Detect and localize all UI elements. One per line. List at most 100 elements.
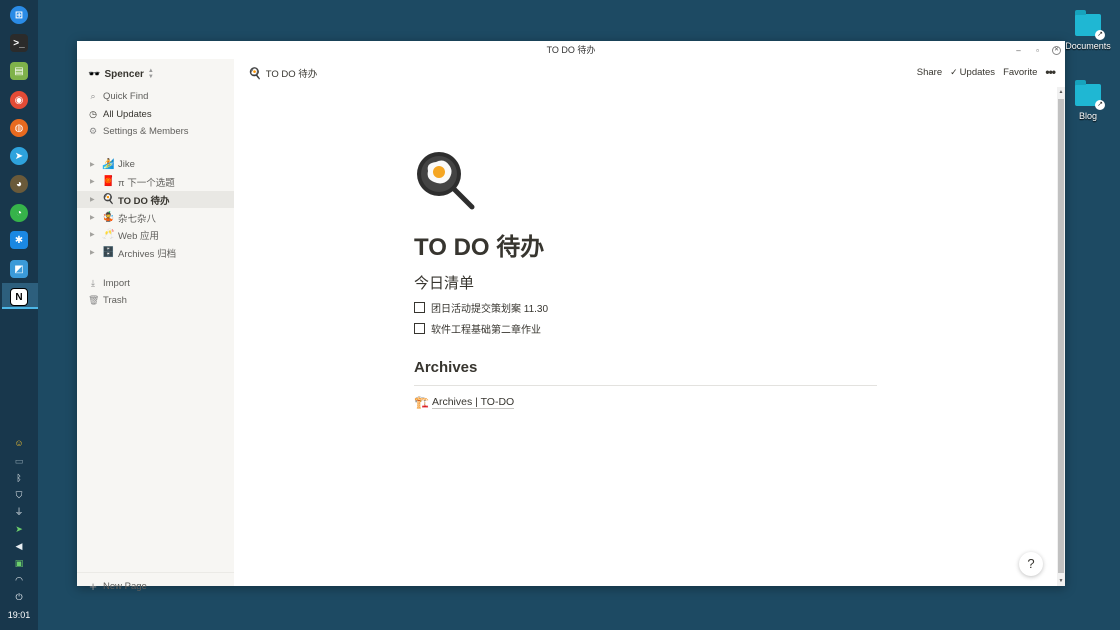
sidebar-page-archives[interactable]: ▶ 🗄️ Archives 归档 — [77, 244, 234, 261]
sidebar-import[interactable]: ⤓ Import — [77, 275, 234, 292]
red-envelope-icon: 🧧 — [102, 176, 115, 187]
sidebar-quick-find[interactable]: ⌕ Quick Find — [77, 88, 234, 105]
maximize-icon[interactable]: ▫ — [1033, 46, 1042, 55]
sidebar-page-todo[interactable]: ▶ 🍳 TO DO 待办 — [77, 191, 234, 208]
desktop-blog[interactable]: ↗ Blog — [1058, 80, 1118, 121]
window-title: TO DO 待办 — [546, 45, 596, 55]
help-button[interactable]: ? — [1019, 552, 1043, 576]
launcher-icon[interactable]: ⊞ — [10, 6, 28, 24]
todo-text[interactable]: 软件工程基础第二章作业 — [431, 321, 541, 336]
desktop-blog-label: Blog — [1078, 111, 1097, 121]
sidebar-item-label: 杂七杂八 — [118, 213, 157, 225]
clock-icon: ◷ — [89, 109, 97, 119]
section-heading-archives[interactable]: Archives — [414, 359, 477, 376]
new-page-label: New Page — [103, 580, 147, 592]
window-titlebar[interactable]: TO DO 待办 – ▫ ✕ — [77, 41, 1065, 59]
sidebar-item-label: Trash — [103, 295, 127, 306]
scrollbar[interactable]: ▲ ▼ — [1057, 87, 1065, 586]
search-icon: ⌕ — [90, 91, 96, 101]
checkbox[interactable] — [414, 302, 425, 313]
bluetooth-tray-icon[interactable]: ᛒ — [0, 473, 38, 483]
juggler-icon: 🤹 — [102, 212, 115, 223]
sidebar-page-next-topic[interactable]: ▶ 🧧 π 下一个选题 — [77, 173, 234, 190]
dock: ⊞ >_ ▤ ◉ ◍ ➤ ◕ ◔ ✱ ◩ N ☺ ▭ ᛒ ⛉ ⏚ ➤ ◀ ▣ ◠… — [0, 0, 38, 630]
todo-item[interactable]: 软件工程基础第二章作业 — [414, 321, 541, 336]
expand-triangle-icon[interactable]: ▶ — [90, 161, 98, 168]
construction-icon: 🏗️ — [414, 395, 429, 409]
cabinet-icon: 🗄️ — [102, 247, 115, 258]
more-options-icon[interactable]: ••• — [1045, 66, 1056, 78]
gimp-icon[interactable]: ◕ — [10, 175, 28, 193]
usb-tray-icon[interactable]: ⏚ — [0, 507, 38, 517]
favorite-button[interactable]: Favorite — [1003, 67, 1037, 78]
power-tray-icon[interactable]: ⏻ — [0, 592, 38, 602]
sidebar-page-misc[interactable]: ▶ 🤹 杂七杂八 — [77, 209, 234, 226]
download-icon: ⤓ — [91, 278, 95, 288]
archives-page-link[interactable]: 🏗️ Archives | TO-DO — [414, 395, 515, 409]
sidebar-all-updates[interactable]: ◷ All Updates — [77, 106, 234, 123]
checkbox[interactable] — [414, 323, 425, 334]
keyboard-tray-icon[interactable]: ▭ — [0, 456, 38, 466]
frying-pan-icon[interactable] — [414, 149, 476, 211]
updates-button[interactable]: ✓ Updates — [950, 67, 995, 78]
surf-icon: 🏄 — [102, 159, 115, 170]
app-store-icon[interactable]: ✱ — [10, 231, 28, 249]
breadcrumb[interactable]: 🍳 TO DO 待办 — [248, 66, 317, 81]
page-title[interactable]: TO DO 待办 — [414, 227, 544, 262]
telegram-icon[interactable]: ➤ — [10, 147, 28, 165]
main-pane: 🍳 TO DO 待办 Share ✓ Updates Favorite ••• T… — [234, 59, 1065, 586]
todo-item[interactable]: 团日活动提交策划案 11.30 — [414, 300, 548, 315]
frying-pan-icon: 🍳 — [248, 67, 262, 80]
firefox-icon[interactable]: ◍ — [10, 119, 28, 137]
sidebar-page-web-apps[interactable]: ▶ 🥂 Web 应用 — [77, 226, 234, 243]
chevron-updown-icon: ▲ ▼ — [147, 68, 154, 80]
terminal-icon[interactable]: >_ — [10, 34, 28, 52]
sidebar-item-label: Settings & Members — [103, 126, 189, 137]
todo-text[interactable]: 团日活动提交策划案 11.30 — [431, 300, 548, 315]
workspace-avatar-icon: 🕶️ — [88, 68, 101, 80]
expand-triangle-icon[interactable]: ▶ — [90, 196, 98, 203]
sidebar-item-label: Web 应用 — [118, 230, 160, 242]
wifi-tray-icon[interactable]: ◠ — [0, 575, 38, 585]
scroll-up-icon[interactable]: ▲ — [1057, 89, 1065, 95]
sidebar-item-label: Archives 归档 — [118, 248, 177, 260]
expand-triangle-icon[interactable]: ▶ — [90, 214, 98, 221]
section-heading-today[interactable]: 今日清单 — [414, 272, 474, 293]
frying-pan-icon: 🍳 — [102, 194, 115, 205]
sidebar-item-label: Jike — [118, 159, 135, 170]
scroll-down-icon[interactable]: ▼ — [1057, 578, 1065, 584]
plus-icon: + — [89, 578, 97, 594]
wechat-icon[interactable]: ◔ — [10, 204, 28, 222]
image-viewer-icon[interactable]: ◩ — [10, 260, 28, 278]
minimize-icon[interactable]: – — [1014, 46, 1023, 55]
workspace-switcher[interactable]: 🕶️ Spencer ▲ ▼ — [88, 68, 154, 80]
expand-triangle-icon[interactable]: ▶ — [90, 178, 98, 185]
telegram-tray-icon[interactable]: ➤ — [0, 524, 38, 534]
shield-tray-icon[interactable]: ⛉ — [0, 490, 38, 500]
emoji-tray-icon[interactable]: ☺ — [0, 438, 38, 448]
battery-tray-icon[interactable]: ▣ — [0, 558, 38, 568]
folder-icon: ↗ — [1075, 80, 1105, 110]
trash-icon: 🗑 — [88, 295, 100, 305]
clock: 19:01 — [7, 610, 31, 620]
sidebar-trash[interactable]: 🗑 Trash — [77, 292, 234, 309]
chrome-icon[interactable]: ◉ — [10, 91, 28, 109]
volume-tray-icon[interactable]: ◀ — [0, 541, 38, 551]
scroll-thumb[interactable] — [1058, 99, 1064, 573]
expand-triangle-icon[interactable]: ▶ — [90, 249, 98, 256]
expand-triangle-icon[interactable]: ▶ — [90, 231, 98, 238]
folder-icon: ↗ — [1075, 10, 1105, 40]
notion-icon[interactable]: N — [10, 288, 28, 306]
close-icon[interactable]: ✕ — [1052, 45, 1061, 55]
share-button[interactable]: Share — [917, 67, 942, 78]
sidebar-item-label: π 下一个选题 — [118, 177, 175, 189]
sidebar-settings-members[interactable]: ⚙ Settings & Members — [77, 123, 234, 140]
topbar: 🍳 TO DO 待办 Share ✓ Updates Favorite ••• — [234, 59, 1065, 87]
new-page-button[interactable]: + New Page — [77, 572, 234, 599]
updates-label: Updates — [959, 67, 996, 78]
sidebar-item-label: TO DO 待办 — [118, 195, 170, 207]
divider — [414, 385, 877, 386]
file-manager-icon[interactable]: ▤ — [10, 62, 28, 80]
sidebar-page-jike[interactable]: ▶ 🏄 Jike — [77, 156, 234, 173]
desktop-documents[interactable]: ↗ Documents — [1058, 10, 1118, 51]
